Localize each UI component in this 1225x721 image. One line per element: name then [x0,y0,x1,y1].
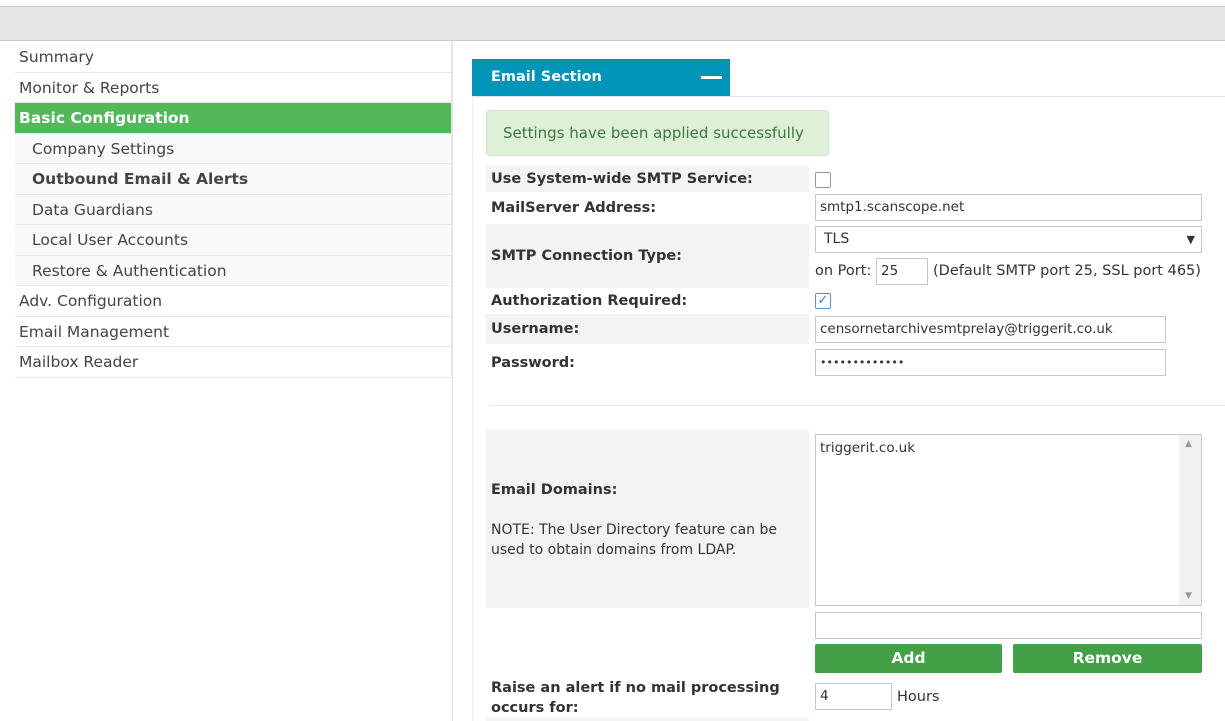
list-item[interactable]: triggerit.co.uk [816,435,1201,461]
auth-required-label: Authorization Required: [491,293,688,309]
email-domains-label: Email Domains: [491,482,618,498]
divider [452,41,453,721]
system-smtp-checkbox[interactable] [815,172,831,188]
add-button[interactable]: Add [815,644,1002,673]
mailserver-label: MailServer Address: [491,199,657,216]
hours-unit: Hours [897,689,940,705]
success-alert: Settings have been applied successfully [486,110,829,156]
username-input[interactable]: censornetarchivesmtprelay@triggerit.co.u… [815,316,1166,343]
email-domains-note: NOTE: The User Directory feature can be … [491,522,777,558]
sidebar-item-outbound-email-alerts[interactable]: Outbound Email & Alerts [15,164,451,195]
alert-hours-label: Raise an alert if no mail processing occ… [491,680,780,716]
top-bar [0,6,1225,41]
sidebar-item-basic-configuration[interactable]: Basic Configuration [15,103,451,134]
email-domains-list[interactable]: triggerit.co.uk ▲ ▼ [815,434,1202,606]
email-section-header[interactable]: Email Section [472,59,730,96]
email-domains-label-cell: Email Domains: NOTE: The User Directory … [486,430,809,608]
divider [472,96,473,721]
sidebar-item-restore-authentication[interactable]: Restore & Authentication [15,255,451,286]
connection-type-label: SMTP Connection Type: [486,224,809,288]
username-label: Username: [486,314,809,344]
sidebar-item-monitor-reports[interactable]: Monitor & Reports [15,72,451,103]
password-input[interactable]: ••••••••••••• [815,349,1166,376]
alert-hours-input[interactable]: 4 [815,683,892,710]
port-input[interactable]: 25 [876,258,928,285]
divider [472,96,1225,97]
sidebar-item-adv-configuration[interactable]: Adv. Configuration [15,286,451,317]
new-domain-input[interactable] [815,612,1202,639]
system-smtp-label: Use System-wide SMTP Service: [486,166,809,192]
scroll-down-icon[interactable]: ▼ [1185,591,1192,601]
minus-icon[interactable] [701,76,722,79]
mailserver-input[interactable]: smtp1.scanscope.net [815,194,1202,221]
sidebar-item-data-guardians[interactable]: Data Guardians [15,194,451,225]
auth-required-checkbox[interactable]: ✓ [815,293,831,309]
sidebar: Summary Monitor & Reports Basic Configur… [15,42,452,378]
connection-type-select[interactable]: TLS ▼ [815,226,1202,253]
divider [490,405,1225,406]
section-title: Email Section [491,69,602,85]
connection-type-value: TLS [824,231,850,247]
sidebar-item-local-user-accounts[interactable]: Local User Accounts [15,225,451,256]
scrollbar[interactable]: ▲ ▼ [1179,435,1201,605]
remove-button[interactable]: Remove [1013,644,1202,673]
scroll-up-icon[interactable]: ▲ [1185,439,1192,449]
sidebar-item-mailbox-reader[interactable]: Mailbox Reader [15,347,451,378]
port-label: on Port: [815,263,872,279]
password-label: Password: [491,354,575,371]
port-hint: (Default SMTP port 25, SSL port 465) [933,263,1201,279]
chevron-down-icon: ▼ [1186,233,1195,246]
sidebar-item-summary[interactable]: Summary [15,42,451,73]
sidebar-item-company-settings[interactable]: Company Settings [15,133,451,164]
sidebar-item-email-management[interactable]: Email Management [15,316,451,347]
